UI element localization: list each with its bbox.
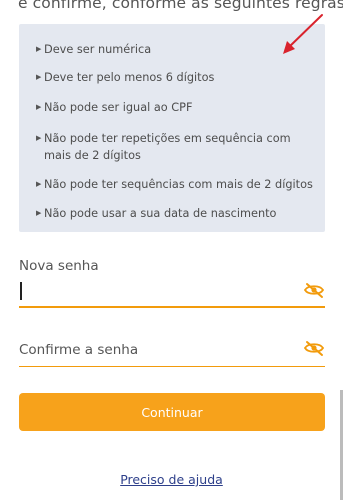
new-password-field[interactable]	[19, 278, 325, 308]
rule-text: Não pode ser igual ao CPF	[44, 101, 193, 114]
text-caret	[20, 282, 22, 300]
eye-slash-icon[interactable]	[303, 338, 325, 358]
rule-text: Não pode usar a sua data de nascimento	[44, 207, 277, 220]
help-link[interactable]: Preciso de ajuda	[0, 472, 343, 487]
rule-text: Deve ser numérica	[44, 43, 152, 56]
rule-item: ▶ Não pode usar a sua data de nascimento	[36, 205, 316, 222]
red-arrow-icon	[283, 14, 323, 54]
continue-button[interactable]: Continuar	[19, 393, 325, 431]
rule-text: Não pode ter repetições em sequência com…	[44, 132, 291, 162]
triangle-right-icon: ▶	[36, 103, 42, 111]
rule-item: ▶ Não pode ter sequências com mais de 2 …	[36, 176, 316, 193]
rule-item: ▶ Não pode ter repetições em sequência c…	[36, 130, 321, 164]
triangle-right-icon: ▶	[36, 209, 42, 217]
rule-item: ▶ Não pode ser igual ao CPF	[36, 99, 316, 116]
triangle-right-icon: ▶	[36, 134, 42, 142]
new-password-label: Nova senha	[19, 258, 99, 274]
rule-text: Não pode ter sequências com mais de 2 dí…	[44, 178, 313, 191]
rule-item: ▶ Deve ter pelo menos 6 dígitos	[36, 69, 316, 86]
eye-slash-icon[interactable]	[303, 280, 325, 300]
new-password-input[interactable]	[19, 278, 289, 302]
triangle-right-icon: ▶	[36, 45, 42, 53]
rule-item: ▶ Deve ser numérica	[36, 41, 316, 58]
confirm-password-field[interactable]	[19, 338, 325, 367]
triangle-right-icon: ▶	[36, 73, 42, 81]
triangle-right-icon: ▶	[36, 180, 42, 188]
rule-text: Deve ter pelo menos 6 dígitos	[44, 71, 215, 84]
confirm-password-input[interactable]	[19, 338, 289, 362]
